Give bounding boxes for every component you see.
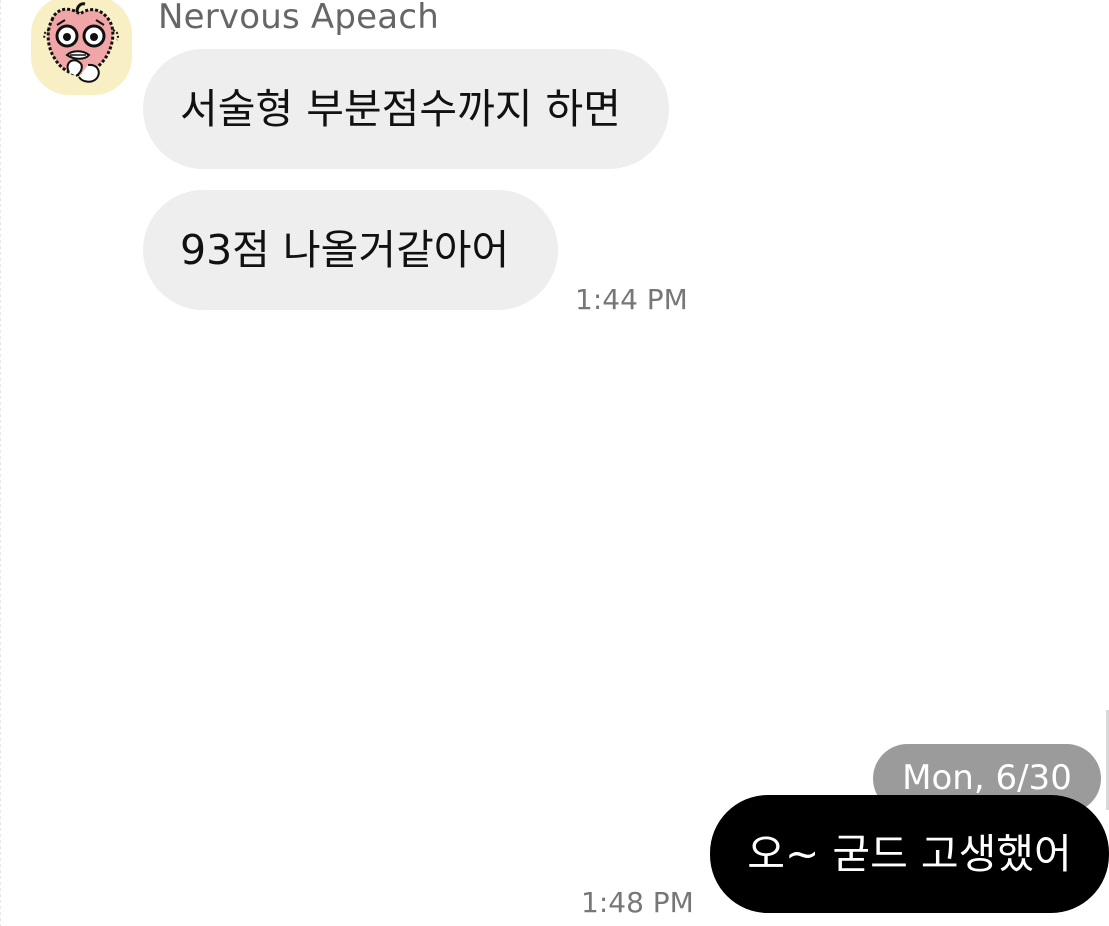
- outgoing-message-bubble[interactable]: 오~ 굳드 고생했어: [710, 795, 1109, 913]
- outgoing-message-time: 1:48 PM: [581, 886, 694, 919]
- incoming-message-text: 서술형 부분점수까지 하면: [180, 85, 621, 133]
- left-edge-divider: [0, 0, 1, 926]
- avatar[interactable]: [31, 0, 132, 95]
- chat-screen: Nervous Apeach 서술형 부분점수까지 하면 93점 나올거같아어 …: [0, 0, 1109, 926]
- incoming-message-bubble[interactable]: 서술형 부분점수까지 하면: [143, 49, 669, 169]
- incoming-message-text: 93점 나올거같아어: [180, 226, 510, 274]
- outgoing-message-text: 오~ 굳드 고생했어: [747, 830, 1072, 878]
- sender-name: Nervous Apeach: [158, 0, 439, 37]
- incoming-message-time: 1:44 PM: [575, 283, 688, 316]
- nervous-peach-character-icon: [43, 2, 119, 83]
- incoming-message-bubble[interactable]: 93점 나올거같아어: [143, 190, 558, 310]
